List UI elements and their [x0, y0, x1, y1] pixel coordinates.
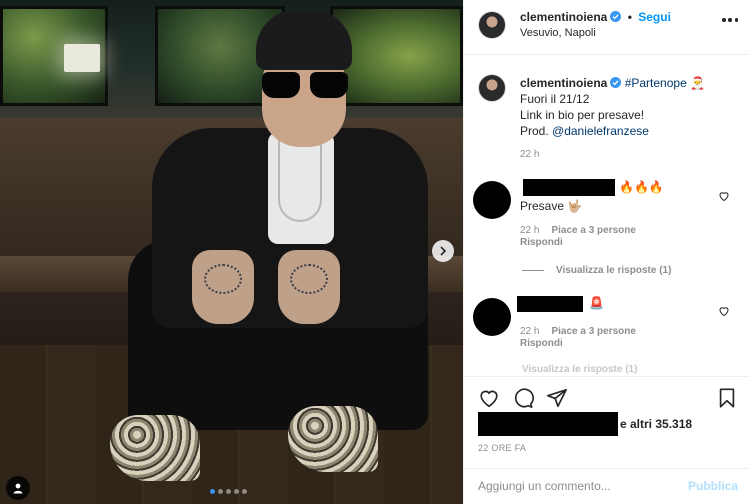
chevron-right-icon: [440, 246, 447, 256]
post-side-panel: clementinoiena • Segui Vesuvio, Napoli c…: [463, 0, 749, 504]
save-bookmark-icon[interactable]: [716, 387, 738, 409]
carousel-dot: [226, 489, 231, 494]
share-paper-plane-icon[interactable]: [546, 387, 568, 409]
location-link[interactable]: Vesuvio, Napoli: [520, 27, 596, 39]
likes-summary[interactable]: e altri 35.318: [478, 412, 738, 438]
reply-button[interactable]: Rispondi: [520, 338, 563, 349]
carousel-dot: [242, 489, 247, 494]
comment-likes[interactable]: Piace a 3 persone: [551, 326, 636, 337]
mention-link[interactable]: @danielefranzese: [552, 124, 649, 138]
like-comment-heart-icon[interactable]: [718, 305, 730, 317]
post-photo[interactable]: [0, 0, 463, 504]
tagged-users-button[interactable]: [6, 476, 30, 500]
carousel-dot: [210, 489, 215, 494]
instagram-post-view: clementinoiena • Segui Vesuvio, Napoli c…: [0, 0, 749, 504]
add-comment-form: Pubblica: [464, 468, 749, 504]
follow-button[interactable]: Segui: [638, 10, 671, 24]
comment-input[interactable]: [478, 479, 678, 493]
comment-bubble-icon[interactable]: [512, 387, 534, 409]
verified-badge-icon: [610, 77, 622, 88]
view-replies-button[interactable]: Visualizza le risposte (1): [522, 265, 671, 276]
person-figure: [100, 10, 428, 504]
avatar[interactable]: [478, 74, 506, 102]
redacted-username: [517, 296, 583, 312]
caption-line: Link in bio per presave!: [520, 108, 645, 122]
hashtag-link[interactable]: #Partenope: [625, 76, 687, 90]
comments-list[interactable]: clementinoiena #Partenope 🎅 Fuori il 21/…: [464, 56, 749, 376]
redacted-username: [523, 179, 615, 196]
view-replies-button[interactable]: Visualizza le risposte (1): [522, 364, 637, 375]
redacted-liker: [478, 412, 618, 436]
carousel-dot: [218, 489, 223, 494]
comment-likes[interactable]: Piace a 3 persone: [551, 225, 636, 236]
comment-timestamp[interactable]: 22 h: [520, 326, 539, 337]
comment-text: Presave 🤟🏼: [520, 199, 583, 213]
avatar[interactable]: [478, 11, 506, 39]
username-link[interactable]: clementinoiena: [520, 10, 607, 24]
more-options-icon[interactable]: [722, 18, 738, 24]
carousel-dot: [234, 489, 239, 494]
caption-timestamp[interactable]: 22 h: [520, 149, 539, 160]
comment-timestamp[interactable]: 22 h: [520, 225, 539, 236]
post-header: clementinoiena • Segui Vesuvio, Napoli: [464, 0, 749, 55]
user-icon: [13, 483, 23, 494]
beanie: [256, 10, 352, 70]
post-timestamp[interactable]: 22 ORE FA: [478, 443, 526, 453]
post-actions: e altri 35.318 22 ORE FA: [464, 376, 749, 474]
comment-emoji: 🚨: [589, 296, 604, 310]
reply-button[interactable]: Rispondi: [520, 237, 563, 248]
likes-count[interactable]: e altri 35.318: [620, 417, 692, 431]
carousel-next-button[interactable]: [432, 240, 454, 262]
caption-line: Fuori il 21/12: [520, 92, 590, 106]
snakeskin-boot: [110, 415, 200, 481]
sunglasses: [262, 72, 348, 98]
like-comment-heart-icon[interactable]: [718, 190, 730, 202]
caption-emoji: 🎅: [690, 76, 706, 90]
avatar[interactable]: [473, 298, 511, 336]
separator-dot: •: [627, 10, 632, 24]
snakeskin-boot: [288, 406, 378, 472]
carousel-indicator: [210, 489, 247, 494]
caption-prod-prefix: Prod.: [520, 124, 549, 138]
avatar[interactable]: [473, 181, 511, 219]
caption-username[interactable]: clementinoiena: [520, 76, 607, 90]
like-heart-icon[interactable]: [478, 387, 500, 409]
publish-button[interactable]: Pubblica: [688, 479, 738, 493]
comment-emoji: 🔥🔥🔥: [619, 180, 664, 194]
verified-badge-icon: [610, 11, 622, 22]
